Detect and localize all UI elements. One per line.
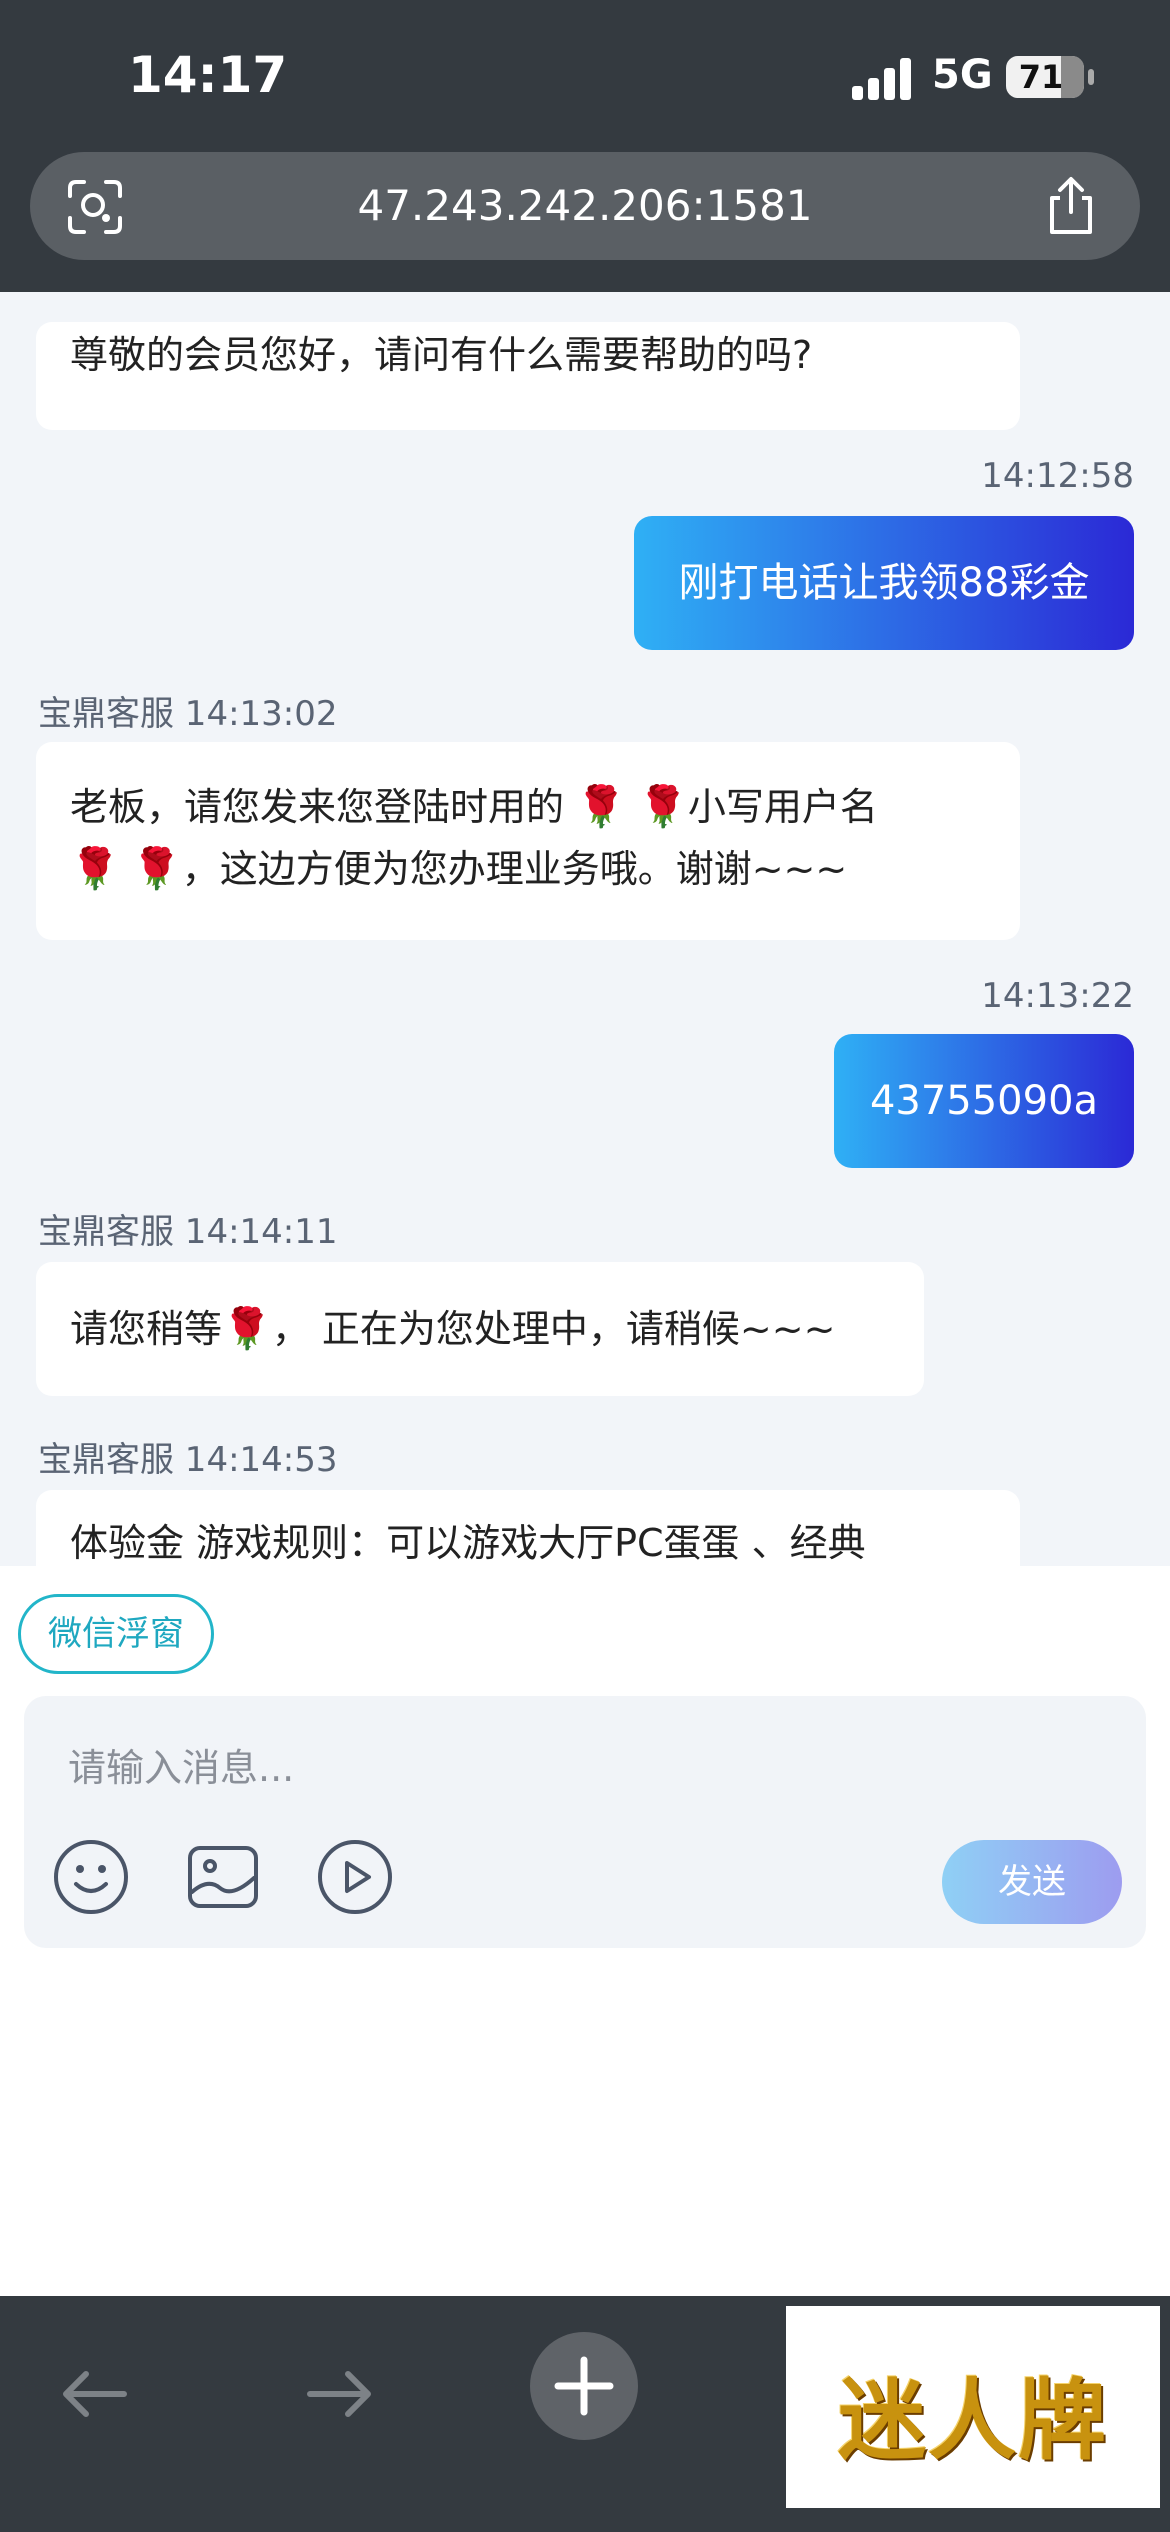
message-text: 体验金 游戏规则：可以游戏大厅PC蛋蛋 、经典 <box>70 1521 866 1565</box>
send-button[interactable]: 发送 <box>942 1840 1122 1924</box>
image-icon[interactable] <box>184 1838 262 1916</box>
message-text: 尊敬的会员您好，请问有什么需要帮助的吗? <box>70 333 813 377</box>
status-time: 14:17 <box>128 46 288 104</box>
message-bubble-incoming: 尊敬的会员您好，请问有什么需要帮助的吗? <box>36 322 1020 430</box>
message-line: 🌹 🌹，这边方便为您办理业务哦。谢谢~~~ <box>70 846 848 892</box>
message-bubble-outgoing: 43755090a <box>834 1034 1134 1168</box>
message-text: 刚打电话让我领88彩金 <box>678 560 1090 606</box>
ad-banner[interactable]: 迷人牌 <box>786 2306 1160 2508</box>
plus-icon <box>554 2356 614 2416</box>
message-bubble-outgoing: 刚打电话让我领88彩金 <box>634 516 1134 650</box>
message-bubble-incoming: 老板，请您发来您登陆时用的 🌹 🌹小写用户名 🌹 🌹，这边方便为您办理业务哦。谢… <box>36 742 1020 940</box>
browser-top-bar: 14:17 5G 71 47.243.242.206:1581 <box>0 0 1170 292</box>
message-text: 43755090a <box>869 1078 1099 1124</box>
signal-icon <box>852 58 914 100</box>
rose-emoji: 🌹 <box>576 784 626 830</box>
rose-emoji: 🌹 <box>131 846 182 892</box>
message-sender: 宝鼎客服 14:14:53 <box>38 1440 338 1480</box>
message-timestamp: 14:13:22 <box>981 976 1134 1016</box>
emoji-icon[interactable] <box>52 1838 130 1916</box>
message-composer: 发送 <box>24 1696 1146 1948</box>
browser-bottom-bar: 迷人牌 <box>0 2296 1170 2532</box>
url-text[interactable]: 47.243.242.206:1581 <box>30 152 1140 260</box>
rose-emoji: 🌹 <box>222 1306 272 1352</box>
message-sender: 宝鼎客服 14:14:11 <box>38 1212 338 1252</box>
message-sender: 宝鼎客服 14:13:02 <box>38 694 338 734</box>
new-tab-button[interactable] <box>530 2332 638 2440</box>
forward-arrow-icon[interactable] <box>302 2356 378 2432</box>
message-line: 老板，请您发来您登陆时用的 🌹 🌹小写用户名 <box>70 784 878 830</box>
ad-logo-text: 迷人牌 <box>837 2368 1108 2472</box>
battery-icon: 71 <box>1006 56 1084 98</box>
address-bar[interactable]: 47.243.242.206:1581 <box>30 152 1140 260</box>
message-bubble-incoming: 请您稍等🌹， 正在为您处理中，请稍候~~~ <box>36 1262 924 1396</box>
back-arrow-icon[interactable] <box>56 2356 132 2432</box>
network-type: 5G <box>932 52 993 98</box>
rose-emoji: 🌹 <box>638 784 688 830</box>
share-icon[interactable] <box>1042 176 1100 236</box>
battery-nub <box>1088 69 1094 85</box>
video-icon[interactable] <box>316 1838 394 1916</box>
message-timestamp: 14:12:58 <box>981 456 1134 496</box>
wechat-float-button[interactable]: 微信浮窗 <box>18 1594 214 1674</box>
message-input[interactable] <box>66 1732 970 1804</box>
battery-percent: 71 <box>1018 58 1064 96</box>
chat-message-list[interactable]: 尊敬的会员您好，请问有什么需要帮助的吗? 14:12:58 刚打电话让我领88彩… <box>0 292 1170 1566</box>
composer-panel: 微信浮窗 发送 <box>0 1566 1170 2296</box>
rose-emoji: 🌹 <box>70 846 120 892</box>
message-bubble-incoming: 体验金 游戏规则：可以游戏大厅PC蛋蛋 、经典 <box>36 1490 1020 1566</box>
